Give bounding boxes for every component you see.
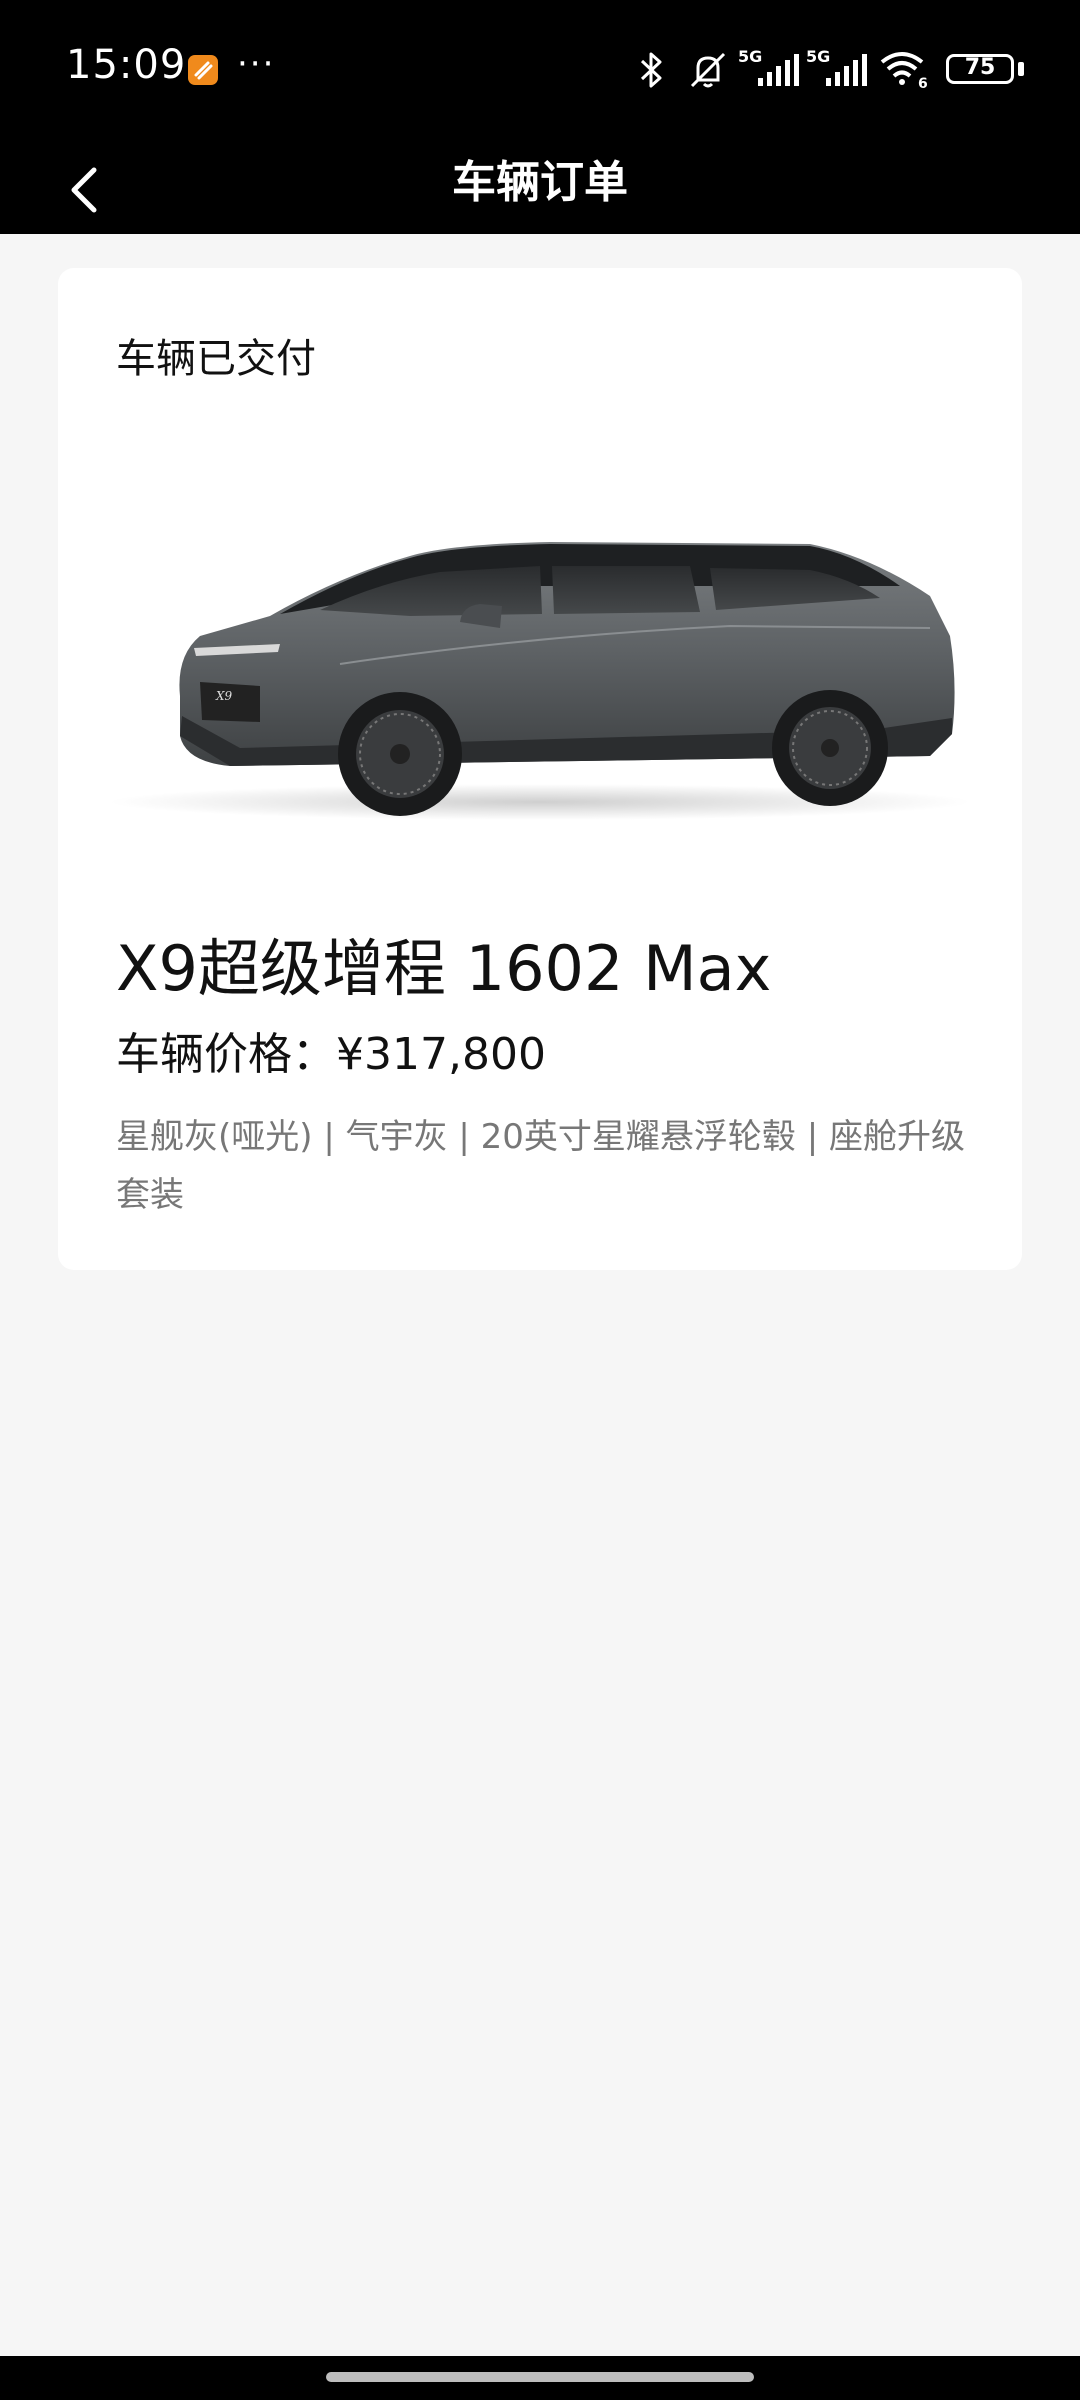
signal-icon: 5G <box>806 47 867 86</box>
navigation-bar <box>0 2356 1080 2400</box>
back-button[interactable] <box>60 146 120 226</box>
header-bar: 车辆订单 <box>0 140 1080 234</box>
home-indicator[interactable] <box>326 2372 754 2382</box>
bell-muted-icon <box>690 52 726 88</box>
battery-icon: 75 <box>946 54 1014 84</box>
status-time: 15:09 <box>66 42 187 88</box>
price-value: ¥317,800 <box>336 1029 546 1080</box>
signal-icon: 5G <box>738 47 799 86</box>
svg-text:5G: 5G <box>738 47 762 66</box>
rear-wheel <box>772 690 888 806</box>
app-notification-icon <box>188 55 218 85</box>
battery-level: 75 <box>964 55 996 80</box>
car-price: 车辆价格：¥317,800 <box>116 1018 546 1082</box>
svg-text:X9: X9 <box>215 689 233 703</box>
wifi-icon: 6 <box>880 52 928 90</box>
svg-text:6: 6 <box>918 76 928 90</box>
price-label: 车辆价格： <box>116 1029 336 1080</box>
battery-nub <box>1018 62 1024 76</box>
svg-text:5G: 5G <box>806 47 830 66</box>
bluetooth-icon <box>640 52 662 88</box>
status-bar: 15:09 ··· 5G 5G 6 75 <box>0 0 1080 140</box>
car-options: 星舰灰(哑光) | 气宇灰 | 20英寸星耀悬浮轮毂 | 座舱升级套装 <box>116 1117 966 1215</box>
car-model-name: X9超级增程 1602 Max <box>116 932 772 1005</box>
more-notifications-icon: ··· <box>237 44 276 84</box>
page-title: 车辆订单 <box>452 157 628 208</box>
car-image: X9 <box>110 542 970 820</box>
order-card[interactable]: 车辆已交付 X9 X9超级增程 1602 Max 车辆价格：¥317,800 星… <box>58 268 1022 1270</box>
delivery-status: 车辆已交付 <box>116 336 316 382</box>
chevron-left-icon <box>71 167 97 213</box>
front-wheel <box>338 692 462 816</box>
